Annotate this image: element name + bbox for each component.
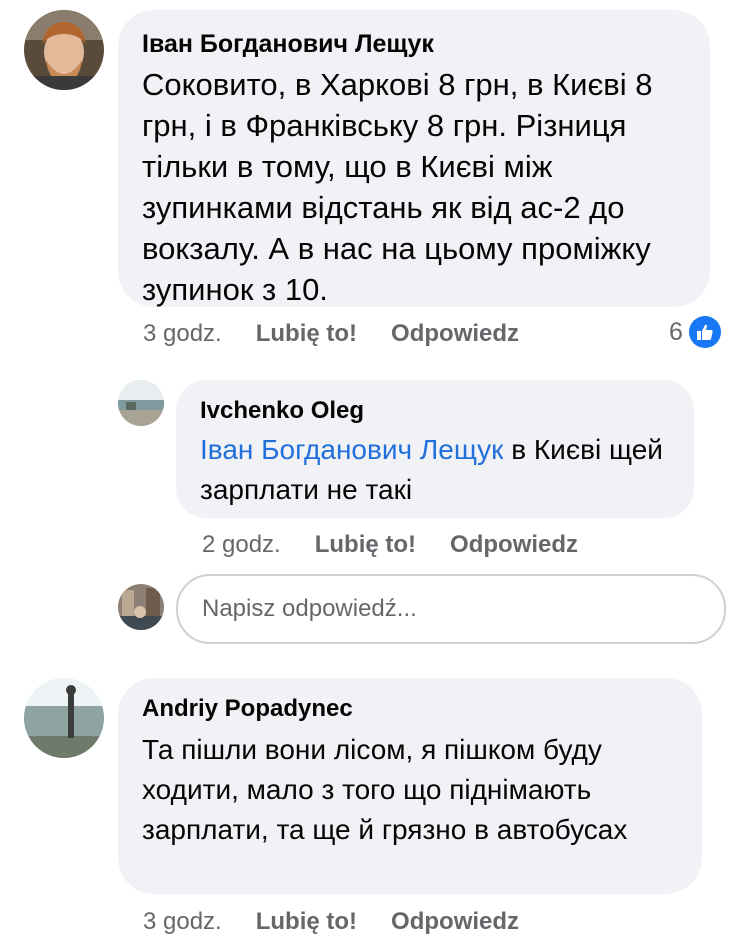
profile-photo-icon [24, 678, 104, 758]
avatar[interactable] [24, 678, 104, 758]
like-button[interactable]: Lubię to! [256, 320, 357, 348]
comment-author[interactable]: Ivchenko Oleg [200, 396, 670, 426]
reply-button[interactable]: Odpowiedz [450, 531, 578, 559]
reaction-count[interactable]: 6 [669, 316, 721, 348]
comment-author[interactable]: Andriy Popadynec [142, 694, 678, 724]
comment-actions: 3 godz. Lubię to! Odpowiedz [143, 908, 519, 936]
comment-actions: 3 godz. Lubię to! Odpowiedz [143, 320, 519, 348]
comment-text: Та пішли вони лісом, я пішком буду ходит… [142, 734, 628, 845]
like-count: 6 [669, 317, 683, 346]
comment-bubble: Іван Богданович Лещук Соковито, в Харков… [118, 10, 710, 307]
avatar[interactable] [24, 10, 104, 90]
avatar [118, 584, 164, 630]
avatar[interactable] [118, 380, 164, 426]
comment-text: Іван Богданович Лещук в Києві щей зарпла… [200, 430, 670, 510]
reply-placeholder: Napisz odpowiedź... [202, 595, 417, 622]
comment-text: Соковито, в Харкові 8 грн, в Києві 8 грн… [142, 67, 653, 307]
comment-timestamp[interactable]: 3 godz. [143, 908, 222, 936]
comment-timestamp[interactable]: 3 godz. [143, 320, 222, 348]
thumbs-up-icon [688, 316, 721, 348]
comment-author[interactable]: Іван Богданович Лещук [142, 28, 686, 60]
comment-timestamp[interactable]: 2 godz. [202, 531, 281, 559]
reply-button[interactable]: Odpowiedz [391, 320, 519, 348]
reply-button[interactable]: Odpowiedz [391, 908, 519, 936]
comment-bubble: Andriy Popadynec Та пішли вони лісом, я … [118, 678, 702, 894]
mention-link[interactable]: Іван Богданович Лещук [200, 434, 503, 465]
profile-photo-icon [118, 380, 164, 426]
like-button[interactable]: Lubię to! [256, 908, 357, 936]
profile-photo-icon [24, 10, 104, 90]
comment-actions: 2 godz. Lubię to! Odpowiedz [202, 531, 578, 559]
like-button[interactable]: Lubię to! [315, 531, 416, 559]
comment-bubble: Ivchenko Oleg Іван Богданович Лещук в Ки… [176, 380, 694, 518]
reply-input[interactable]: Napisz odpowiedź... [176, 574, 726, 644]
profile-photo-icon [118, 584, 164, 630]
